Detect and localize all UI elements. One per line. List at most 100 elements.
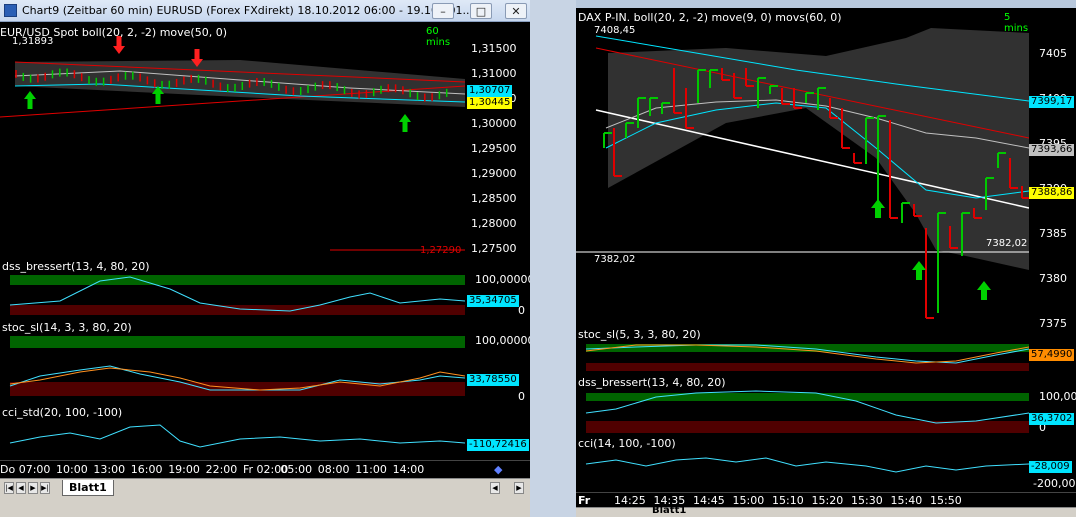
dax-badge-3: 7388,86 [1029,187,1075,199]
right-chart-window[interactable]: DAX P-IN. boll(20, 2, -2) move(9, 0) mov… [576,0,1076,517]
chart-settings-icon[interactable]: ◆ [494,463,508,476]
dax-candles-chart [576,28,1029,319]
left-dss-overbought-zone [10,275,465,285]
right-dss-oversold-zone [586,421,1029,433]
buy-arrow-icon [871,199,885,218]
maximize-button[interactable]: □ [470,3,492,19]
eurusd-price-tick: 1,31000 [471,67,517,80]
minimize-icon: – [440,5,446,18]
left-stoc-overbought-zone [10,336,465,348]
eurusd-price-tick: 1,28000 [471,217,517,230]
close-icon: ✕ [511,5,521,18]
left-chart-window[interactable]: Chart9 (Zeitbar 60 min) EURUSD (Forex FX… [0,0,530,500]
left-time-label: 11:00 [355,463,387,476]
dax-timeframe-label: 5 mins [1004,12,1029,34]
right-time-label: 15:40 [890,494,923,507]
sheet-tab-blatt1[interactable]: Blatt1 [62,480,114,496]
right-dss-panel[interactable]: dss_bressert(13, 4, 80, 20) [576,375,1029,435]
right-stoc-oversold-zone [586,363,1029,371]
dax-ref-value-right: 7382,02 [986,238,1028,249]
right-dss-axis: 100,00 0 36,3702 [1029,375,1076,435]
eurusd-candles-chart [0,36,465,251]
right-cci-panel[interactable]: cci(14, 100, -100) [576,436,1029,492]
right-cci-badge-2: -200,00 [1033,477,1076,490]
left-sheet-bar[interactable]: |◀ ◀ ▶ ▶| Blatt1 ◀ ▶ [0,478,530,500]
close-button[interactable]: ✕ [505,3,527,19]
left-stoc-label: stoc_sl(14, 3, 3, 80, 20) [2,321,132,334]
right-time-label: 15:50 [930,494,962,507]
left-dss-oversold-zone [10,305,465,315]
buy-arrow-icon [24,91,36,109]
last-sheet-button[interactable]: ▶| [40,482,50,494]
dax-top-value: 7408,45 [594,25,636,36]
window-gap [530,0,576,517]
first-sheet-button[interactable]: |◀ [4,482,14,494]
left-time-label: 08:00 [317,463,350,476]
right-time-label: 15:10 [772,494,804,507]
left-time-label: Do 07:00 [0,463,51,476]
right-dss-label: dss_bressert(13, 4, 80, 20) [578,376,726,389]
left-dss-axis: 100,00000 0 35,34705 [465,259,530,319]
left-cci-line [9,424,465,448]
right-stoc-label: stoc_sl(5, 3, 3, 80, 20) [578,328,701,341]
right-time-label: 15:00 [732,494,765,507]
left-window-title: Chart9 (Zeitbar 60 min) EURUSD (Forex FX… [22,4,473,17]
eurusd-price-panel[interactable]: EUR/USD Spot boll(20, 2, -2) move(50, 0)… [0,24,465,258]
right-stoc-panel[interactable]: stoc_sl(5, 3, 3, 80, 20) [576,327,1029,374]
left-time-label: 16:00 [130,463,163,476]
left-dss-badge: 35,34705 [467,295,519,307]
dax-price-tick: 7385 [1039,227,1067,240]
right-time-label: 14:25 [614,494,646,507]
left-time-label: 10:00 [56,463,88,476]
left-stoc-axis: 100,00000 0 33,78550 [465,320,530,404]
eurusd-bottom-value: 1,27290 [420,245,462,256]
buy-arrow-icon [977,281,991,300]
dax-price-tick: 7405 [1039,47,1067,60]
left-time-axis[interactable]: Do 07:00 10:00 13:00 16:00 19:00 22:00 Fr 02:0… [0,460,530,477]
right-stoc-badge: 57,4990 [1029,349,1075,361]
eurusd-timeframe-label: 60 mins [426,26,451,48]
eurusd-price-tick: 1,28500 [471,192,517,205]
prev-sheet-button[interactable]: ◀ [16,482,26,494]
right-time-axis[interactable]: Fr 14:25 14:35 14:45 15:00 15:10 15:20 15:30 15:… [576,492,1076,507]
left-cci-axis: -110,72416 [465,405,530,460]
buy-arrow-icon [399,114,411,132]
left-cci-panel[interactable]: cci_std(20, 100, -100) [0,405,465,460]
next-sheet-button[interactable]: ▶ [28,482,38,494]
chart-app-icon [4,4,17,17]
eurusd-top-value: 1,31893 [12,36,54,47]
eurusd-price-tick: 1,31500 [471,42,517,55]
dax-ref-value-left: 7382,02 [594,254,636,265]
right-stoc-axis: 57,4990 [1029,327,1076,374]
dax-price-tick: 7380 [1039,272,1067,285]
left-title-bar[interactable]: Chart9 (Zeitbar 60 min) EURUSD (Forex FX… [0,0,530,22]
left-stoc-panel[interactable]: stoc_sl(14, 3, 3, 80, 20) [0,320,465,404]
maximize-icon: □ [475,5,487,18]
dax-badge-1: 7399,17 [1029,96,1075,108]
eurusd-price-axis[interactable]: 1,315001,310001,305001,300001,295001,290… [465,24,530,258]
right-sheet-tab[interactable]: Blatt1 [652,505,686,516]
right-dss-tick-100: 100,00 [1039,390,1076,403]
dax-price-panel[interactable]: DAX P-IN. boll(20, 2, -2) move(9, 0) mov… [576,8,1029,326]
left-dss-panel[interactable]: dss_bressert(13, 4, 80, 20) [0,259,465,319]
right-dss-overbought-zone [586,393,1029,401]
dax-bollinger-band [608,28,1029,270]
right-time-label: Fr [578,494,591,507]
right-cci-label: cci(14, 100, -100) [578,437,676,450]
left-time-label: 13:00 [93,463,126,476]
left-dss-label: dss_bressert(13, 4, 80, 20) [2,260,150,273]
scroll-right-button[interactable]: ▶ [514,482,524,494]
left-time-label: 22:00 [205,463,238,476]
minimize-button[interactable]: – [432,3,454,19]
scroll-left-button[interactable]: ◀ [490,482,500,494]
eurusd-price-tick: 1,27500 [471,242,517,255]
right-sheet-bar[interactable]: Blatt1 [576,505,1076,517]
dax-price-axis[interactable]: 7405740073957390738573807375 7399,17 739… [1029,8,1076,330]
right-time-label: 15:20 [811,494,844,507]
eurusd-price-tick: 1,30000 [471,117,517,130]
right-cci-badge-1: -28,009 [1029,461,1072,473]
eurusd-lower-badge: 1,30445 [467,97,513,109]
dax-badge-2: 7393,66 [1029,144,1075,156]
right-cci-line [585,457,1029,473]
left-cci-label: cci_std(20, 100, -100) [2,406,123,419]
